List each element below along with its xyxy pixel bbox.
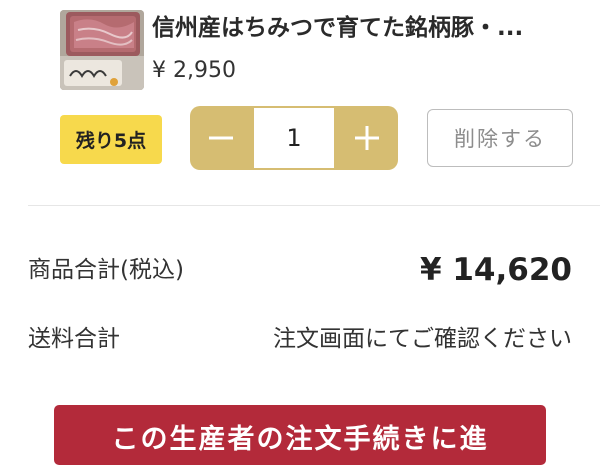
minus-icon	[209, 136, 233, 140]
plus-icon	[355, 126, 379, 150]
quantity-stepper: 1	[190, 106, 398, 170]
subtotal-value: ¥ 14,620	[420, 252, 572, 288]
product-title[interactable]: 信州産はちみつで育てた銘柄豚・...	[152, 12, 582, 44]
subtotal-label: 商品合計(税込)	[28, 257, 184, 283]
checkout-button[interactable]: この生産者の注文手続きに進	[54, 405, 546, 465]
decrement-button[interactable]	[190, 106, 252, 170]
quantity-value[interactable]: 1	[254, 108, 334, 168]
shipping-note: 注文画面にてご確認ください	[273, 326, 572, 352]
meat-package-photo	[60, 10, 144, 90]
product-thumbnail[interactable]	[60, 10, 144, 90]
shipping-label: 送料合計	[28, 326, 120, 352]
increment-button[interactable]	[336, 106, 398, 170]
product-price: ¥ 2,950	[152, 58, 236, 83]
divider	[28, 205, 600, 206]
delete-button[interactable]: 削除する	[427, 109, 573, 167]
stock-remaining-badge: 残り5点	[60, 115, 162, 164]
